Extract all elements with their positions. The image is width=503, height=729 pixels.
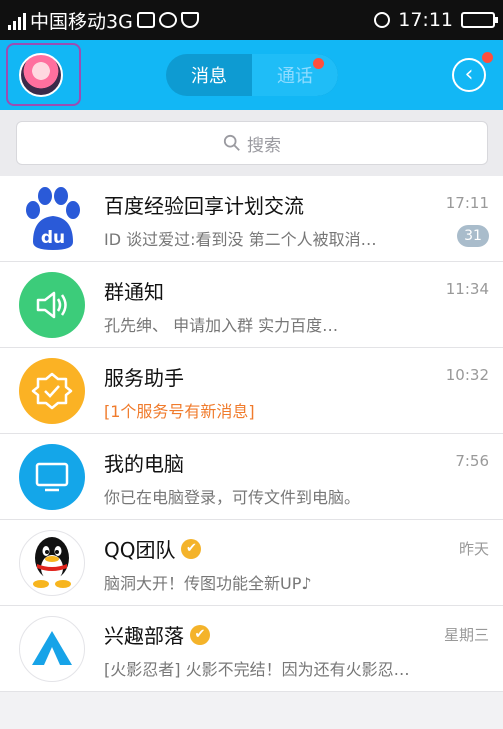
- conversation-name-text: QQ团队: [104, 538, 176, 562]
- conversation-name: 百度经验回享计划交流: [104, 194, 304, 218]
- search-placeholder: 搜索: [247, 135, 281, 156]
- profile-avatar[interactable]: [19, 53, 63, 97]
- status-bar: 中国移动3G 17:11: [0, 0, 503, 40]
- conversation-name: 兴趣部落 ✔: [104, 620, 210, 649]
- search-icon: [223, 134, 240, 151]
- conversation-preview: 你已在电脑登录，可传文件到电脑。: [104, 488, 361, 507]
- chat-icon: [158, 12, 177, 28]
- unread-badge: 31: [457, 225, 489, 247]
- baidu-paw-icon: du: [19, 186, 85, 252]
- conversation-time: 11:34: [445, 280, 489, 298]
- conversation-preview: ID 谈过爱过:看到没 第二个人被取消…: [104, 230, 377, 249]
- conversation-preview: 脑洞大开！传图功能全新UP♪: [104, 574, 312, 593]
- conversation-time: 昨天: [458, 540, 489, 558]
- conversation-preview: 孔先绅、 申请加入群 实力百度…: [104, 316, 339, 335]
- conversation-preview: [火影忍者] 火影不完结！因为还有火影忍…: [104, 660, 410, 679]
- svg-text:du: du: [41, 228, 65, 248]
- conversation-name: 我的电脑: [104, 452, 184, 476]
- tab-messages[interactable]: 消息: [166, 54, 252, 96]
- conversation-row[interactable]: 群通知 孔先绅、 申请加入群 实力百度… 11:34: [0, 262, 503, 348]
- tent-icon: [19, 616, 85, 682]
- clock-time: 17:11: [398, 9, 453, 31]
- verified-icon: ✔: [190, 624, 210, 645]
- image-icon: [136, 12, 155, 28]
- shield-icon: [180, 12, 199, 28]
- qq-penguin-icon: [19, 530, 85, 596]
- conversation-time: 17:11: [445, 194, 489, 212]
- verified-icon: ✔: [181, 538, 202, 559]
- signal-icon: [8, 10, 26, 30]
- carrier-label: 中国移动3G: [30, 10, 133, 33]
- conversation-name: 服务助手: [104, 366, 184, 390]
- service-badge-icon: [19, 358, 85, 424]
- conversation-time: 星期三: [443, 626, 489, 644]
- conversation-time: 7:56: [455, 452, 489, 470]
- calls-notification-dot: [313, 58, 324, 69]
- alarm-icon: [374, 12, 391, 28]
- conversation-row[interactable]: QQ团队 ✔ 脑洞大开！传图功能全新UP♪ 昨天: [0, 520, 503, 606]
- conversation-row[interactable]: 我的电脑 你已在电脑登录，可传文件到电脑。 7:56: [0, 434, 503, 520]
- conversation-name: 群通知: [104, 280, 164, 304]
- back-arrow-icon: ‹: [464, 62, 474, 87]
- conversation-time: 10:32: [445, 366, 489, 384]
- conversation-row[interactable]: du 百度经验回享计划交流 ID 谈过爱过:看到没 第二个人被取消… 17:11…: [0, 176, 503, 262]
- back-notification-dot: [482, 52, 493, 63]
- speaker-icon: [19, 272, 85, 338]
- conversation-name-text: 兴趣部落: [104, 624, 184, 648]
- conversation-row[interactable]: 兴趣部落 ✔ [火影忍者] 火影不完结！因为还有火影忍… 星期三: [0, 606, 503, 692]
- tab-switcher: 消息 通话: [166, 54, 338, 96]
- avatar-button[interactable]: [6, 43, 81, 106]
- conversation-preview: [1个服务号有新消息]: [104, 402, 255, 421]
- monitor-icon: [19, 444, 85, 510]
- conversation-list: du 百度经验回享计划交流 ID 谈过爱过:看到没 第二个人被取消… 17:11…: [0, 176, 503, 692]
- search-area: 搜索: [0, 110, 503, 176]
- back-button[interactable]: ‹: [452, 58, 486, 92]
- battery-icon: [461, 12, 498, 28]
- conversation-name: QQ团队 ✔: [104, 534, 202, 563]
- search-input[interactable]: 搜索: [16, 121, 488, 165]
- tab-calls[interactable]: 通话: [252, 54, 338, 96]
- title-bar: 消息 通话 ‹: [0, 40, 503, 110]
- conversation-row[interactable]: 服务助手 [1个服务号有新消息] 10:32: [0, 348, 503, 434]
